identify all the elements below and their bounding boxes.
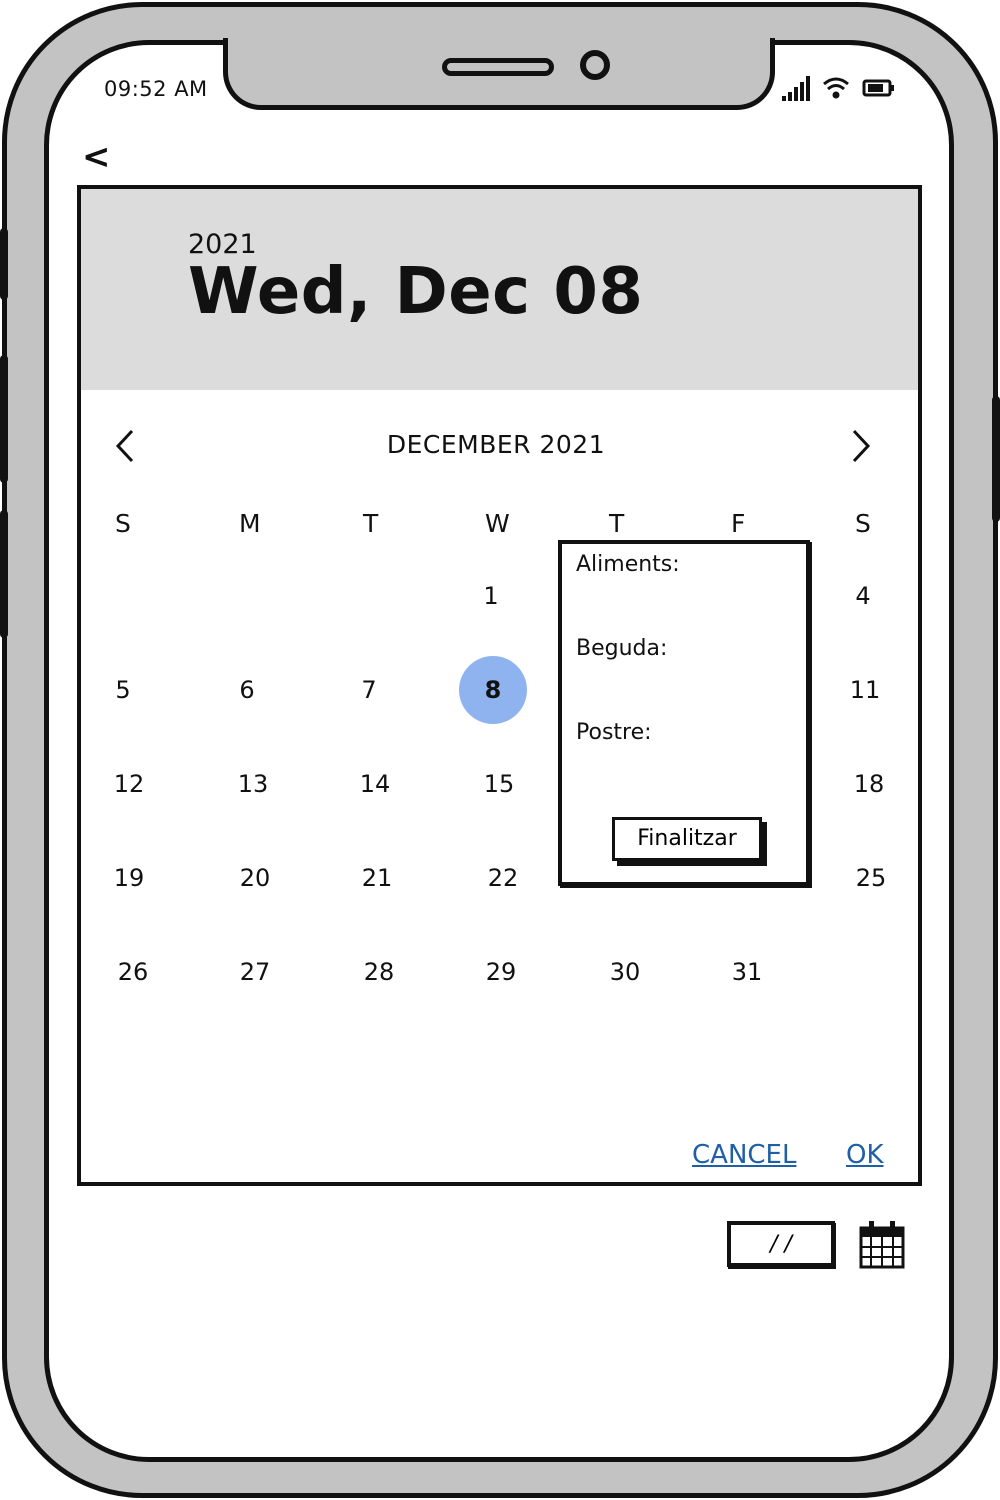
month-label: DECEMBER 2021 (386, 430, 606, 459)
weekday-fri: F (731, 509, 746, 538)
side-button-mute (0, 228, 8, 300)
weekday-tue: T (363, 509, 379, 538)
weekday-thu: T (609, 509, 625, 538)
weekday-wed: W (485, 509, 510, 538)
day-cell[interactable]: 6 (217, 660, 277, 720)
calendar-icon[interactable] (858, 1220, 906, 1270)
day-cell[interactable]: 4 (833, 566, 893, 626)
day-cell[interactable]: 20 (225, 848, 285, 908)
day-cell[interactable]: 26 (103, 942, 163, 1002)
meal-popup: Aliments: Beguda: Postre: Finalitzar (558, 540, 810, 886)
day-cell[interactable]: 25 (841, 848, 901, 908)
day-cell[interactable]: 5 (93, 660, 153, 720)
side-button-power (992, 396, 1000, 522)
day-cell[interactable]: 13 (223, 754, 283, 814)
prev-month-chevron-left-icon[interactable] (115, 429, 135, 470)
day-cell[interactable]: 1 (461, 566, 521, 626)
speaker (442, 58, 554, 76)
date-picker-header: 2021 Wed, Dec 08 (81, 189, 918, 390)
day-cell[interactable]: 11 (835, 660, 895, 720)
side-button-volume-down (0, 510, 8, 638)
day-cell[interactable]: 30 (595, 942, 655, 1002)
side-button-volume-up (0, 355, 8, 483)
next-month-chevron-right-icon[interactable] (851, 429, 871, 470)
day-cell[interactable]: 31 (717, 942, 777, 1002)
weekday-sun: S (115, 509, 131, 538)
signal-icon (782, 76, 810, 101)
finalitzar-button[interactable]: Finalitzar (612, 817, 762, 861)
cancel-button[interactable]: CANCEL (692, 1140, 796, 1170)
day-cell[interactable]: 27 (225, 942, 285, 1002)
day-cell[interactable]: 22 (473, 848, 533, 908)
postre-label: Postre: (576, 720, 652, 745)
back-arrow-icon[interactable]: < (82, 140, 111, 174)
wifi-icon (823, 77, 849, 99)
day-cell[interactable]: 7 (339, 660, 399, 720)
status-time: 09:52 AM (104, 77, 208, 101)
day-cell[interactable]: 29 (471, 942, 531, 1002)
day-cell[interactable]: 15 (469, 754, 529, 814)
beguda-label: Beguda: (576, 636, 668, 661)
header-selected-date: Wed, Dec 08 (188, 255, 644, 329)
day-cell[interactable]: 28 (349, 942, 409, 1002)
selected-day-cell[interactable]: 8 (459, 656, 527, 724)
weekday-sat: S (855, 509, 871, 538)
battery-icon (862, 79, 894, 97)
front-camera (580, 50, 610, 80)
ok-button[interactable]: OK (846, 1140, 884, 1170)
weekday-mon: M (239, 509, 261, 538)
day-cell[interactable]: 19 (99, 848, 159, 908)
status-icons (782, 76, 894, 101)
date-input-field[interactable] (727, 1221, 835, 1267)
day-cell[interactable]: 21 (347, 848, 407, 908)
day-cell[interactable]: 18 (839, 754, 899, 814)
day-cell[interactable]: 12 (99, 754, 159, 814)
aliments-label: Aliments: (576, 552, 680, 577)
day-cell[interactable]: 14 (345, 754, 405, 814)
